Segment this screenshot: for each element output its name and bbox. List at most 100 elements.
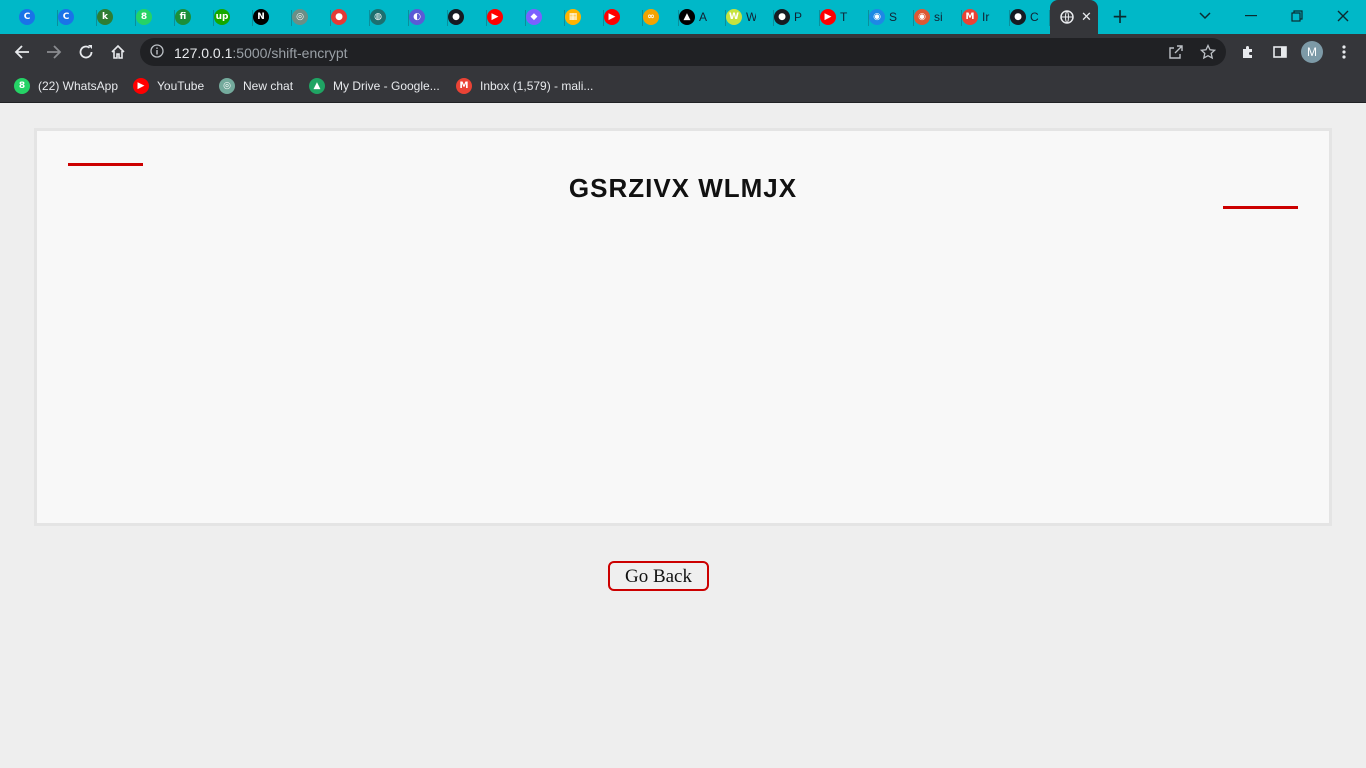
bird-icon: ◍ <box>370 9 386 25</box>
browser-tab[interactable]: 8 <box>136 3 175 31</box>
page-content: GSRZIVX WLMJX Go Back <box>0 103 1366 768</box>
tab-title: T <box>840 10 848 24</box>
result-card: GSRZIVX WLMJX <box>34 128 1332 526</box>
tab-search-icon[interactable] <box>1182 0 1228 32</box>
go-back-button[interactable]: Go Back <box>608 561 709 591</box>
bookmark-item[interactable]: ▶ YouTube <box>133 76 204 96</box>
extensions-button[interactable] <box>1234 38 1262 66</box>
fluent-icon: ◆ <box>526 9 542 25</box>
browser-toolbar: 127.0.0.1:5000/shift-encrypt M <box>0 34 1366 70</box>
browser-tab[interactable]: k <box>97 3 136 31</box>
browser-tab[interactable]: WW <box>726 3 774 31</box>
bookmark-label: (22) WhatsApp <box>38 79 119 93</box>
site-info-icon[interactable] <box>150 44 164 63</box>
youtube-icon: ▶ <box>133 78 149 94</box>
bookmark-item[interactable]: ◎ New chat <box>219 76 293 96</box>
browser-tab[interactable]: ◍ <box>370 3 409 31</box>
browser-tab[interactable]: ● <box>331 3 370 31</box>
bookmark-star-icon[interactable] <box>1199 43 1217 65</box>
browser-tab[interactable]: C <box>19 3 58 31</box>
encrypted-text-heading: GSRZIVX WLMJX <box>568 173 798 203</box>
colorful-icon: ▦ <box>565 9 581 25</box>
browser-tab[interactable]: M Ir <box>962 3 1010 31</box>
home-button[interactable] <box>104 38 132 66</box>
minimize-button[interactable] <box>1228 0 1274 32</box>
bookmark-item[interactable]: ▲ My Drive - Google... <box>309 76 440 96</box>
gmail-icon: M <box>962 9 978 25</box>
gmail-icon: M <box>456 78 472 94</box>
forward-arrow-icon <box>47 45 62 59</box>
upwork-icon: up <box>214 9 230 25</box>
menu-button[interactable] <box>1330 38 1358 66</box>
whatsapp-icon: 8 <box>14 78 30 94</box>
youtube-icon: ▶ <box>487 9 503 25</box>
url-text[interactable]: 127.0.0.1:5000/shift-encrypt <box>174 45 348 61</box>
browser-tab[interactable]: ▶ <box>604 3 643 31</box>
globe-icon: ◉ <box>869 9 885 25</box>
url-host: 127.0.0.1 <box>174 45 233 61</box>
browser-tab[interactable]: ● <box>448 3 487 31</box>
close-window-button[interactable] <box>1320 0 1366 32</box>
browser-tab[interactable]: ◐ <box>409 3 448 31</box>
profile-avatar[interactable]: M <box>1301 41 1323 63</box>
tab-title: P <box>794 10 803 24</box>
c-circle-icon: C <box>58 9 74 25</box>
kebab-menu-icon <box>1342 45 1346 59</box>
w-box-icon: W <box>726 9 742 25</box>
side-panel-button[interactable] <box>1266 38 1294 66</box>
bookmark-label: My Drive - Google... <box>333 79 440 93</box>
new-tab-button[interactable]: + <box>1109 4 1131 28</box>
record-icon: ● <box>331 9 347 25</box>
nextjs-icon: N <box>253 9 269 25</box>
chatgpt-icon: ◎ <box>292 9 308 25</box>
home-icon <box>111 44 125 59</box>
github-icon: ● <box>1010 9 1026 25</box>
browser-tab[interactable]: ▶ <box>487 3 526 31</box>
browser-tab[interactable]: ▦ <box>565 3 604 31</box>
c-circle-icon: C <box>19 9 35 25</box>
browser-tab[interactable]: C <box>58 3 97 31</box>
a-triangle-icon: ▲ <box>679 9 695 25</box>
browser-tab[interactable]: ◆ <box>526 3 565 31</box>
close-tab-icon[interactable]: ✕ <box>1081 10 1092 25</box>
url-path: :5000/shift-encrypt <box>232 45 348 61</box>
reload-icon <box>79 45 93 59</box>
bookmark-item[interactable]: 8 (22) WhatsApp <box>14 76 118 96</box>
tab-strip: C Ck 8 fi up N ◎ ● ◍ ◐ ● ▶ ◆ ▦ ▶ ∞ ▲ A W W ● P ▶ T ◉ S ◉ si M Ir ● C ✕ … <box>0 0 1366 34</box>
bookmark-label: New chat <box>243 79 294 93</box>
decorative-line-top-left <box>68 163 143 166</box>
chatgpt-icon: ◎ <box>219 78 235 94</box>
browser-tab[interactable]: ▲ A <box>679 3 726 31</box>
globe-icon <box>1059 9 1075 25</box>
browser-tab[interactable]: fi <box>175 3 214 31</box>
duckduckgo-icon: ◉ <box>914 9 930 25</box>
bookmark-item[interactable]: M Inbox (1,579) - mali... <box>456 76 593 96</box>
browser-tab[interactable]: ● C <box>1010 3 1050 31</box>
reload-button[interactable] <box>72 38 100 66</box>
browser-tab[interactable]: ◎ <box>292 3 331 31</box>
browser-tab[interactable]: ∞ <box>643 3 679 31</box>
browser-tab[interactable]: ◉ S <box>869 3 914 31</box>
forward-button[interactable] <box>40 38 68 66</box>
back-button[interactable] <box>8 38 36 66</box>
github-icon: ● <box>448 9 464 25</box>
address-bar[interactable]: 127.0.0.1:5000/shift-encrypt <box>140 38 1226 66</box>
bookmark-label: Inbox (1,579) - mali... <box>480 79 594 93</box>
browser-tab[interactable]: ● P <box>774 3 820 31</box>
tab-title: si <box>934 10 943 24</box>
tab-title: A <box>699 10 708 24</box>
tab-title: S <box>889 10 898 24</box>
browser-tab[interactable]: N <box>253 3 292 31</box>
fi-icon: fi <box>175 9 191 25</box>
tab-title: C <box>1030 10 1039 24</box>
tab-title: Ir <box>982 10 990 24</box>
leetcode-like-icon: k <box>97 9 113 25</box>
back-arrow-icon <box>14 45 29 59</box>
tab-active[interactable]: ✕ <box>1050 0 1098 34</box>
browser-tab[interactable]: ◉ si <box>914 3 962 31</box>
browser-tab[interactable]: up <box>214 3 253 31</box>
restore-button[interactable] <box>1274 0 1320 32</box>
side-panel-icon <box>1273 46 1287 58</box>
share-icon[interactable] <box>1168 44 1184 65</box>
browser-tab[interactable]: ▶ T <box>820 3 869 31</box>
